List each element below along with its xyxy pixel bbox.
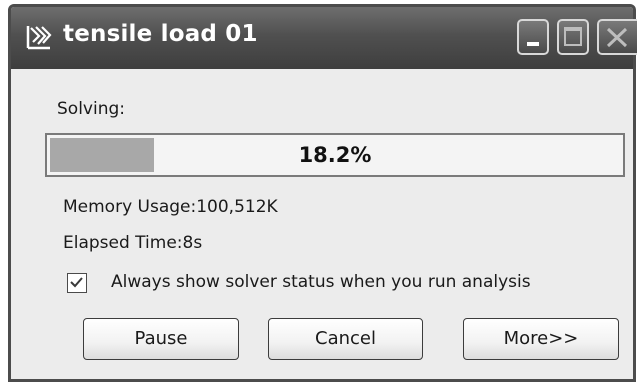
pause-button[interactable]: Pause: [83, 318, 239, 360]
memory-usage-label: Memory Usage:100,512K: [63, 197, 278, 217]
solving-label: Solving:: [57, 99, 125, 119]
solver-status-window: tensile load 01 Solving: 18.2% Memory Us…: [8, 4, 637, 382]
elapsed-time-label: Elapsed Time:8s: [63, 233, 203, 253]
minimize-icon: [527, 42, 539, 46]
progress-percent: 18.2%: [298, 143, 372, 167]
dialog-body: Solving: 18.2% Memory Usage:100,512K Ela…: [11, 69, 633, 379]
app-logo-icon: [26, 26, 52, 50]
title-bar[interactable]: tensile load 01: [11, 7, 637, 69]
window-title: tensile load 01: [63, 21, 258, 47]
close-button[interactable]: [597, 19, 637, 55]
progress-bar: 18.2%: [45, 133, 625, 177]
minimize-button[interactable]: [517, 19, 549, 55]
checkmark-icon: [70, 277, 83, 288]
maximize-icon: [564, 27, 582, 46]
maximize-button[interactable]: [557, 19, 589, 55]
close-icon: [606, 27, 628, 48]
always-show-checkbox[interactable]: [67, 273, 87, 293]
always-show-label[interactable]: Always show solver status when you run a…: [111, 272, 531, 292]
more-button[interactable]: More>>: [463, 318, 619, 360]
cancel-button[interactable]: Cancel: [268, 318, 423, 360]
